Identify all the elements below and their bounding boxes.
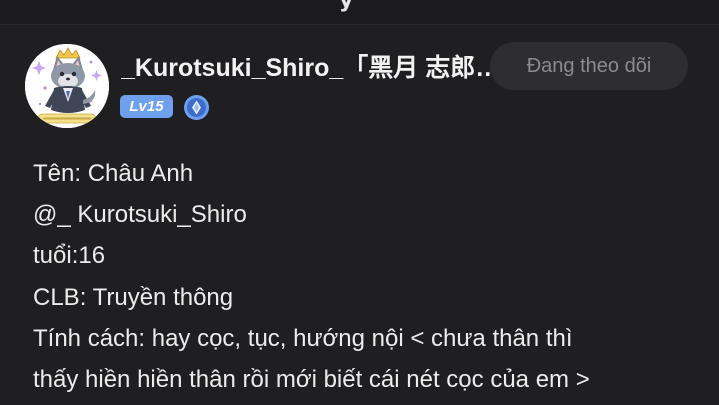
- header-title-partial: y: [339, 0, 354, 13]
- bio-line-name: Tên: Châu Anh: [33, 160, 194, 187]
- bio-line-age: tuổi:16: [33, 242, 106, 270]
- bio-line-club: CLB: Truyền thông: [33, 283, 234, 311]
- rank-badge-icon: [183, 94, 210, 121]
- avatar[interactable]: [25, 44, 109, 128]
- following-button[interactable]: Đang theo dõi: [490, 42, 688, 90]
- bio-line-personality-cont: thấy hiền hiền thân rồi mới biết cái nét…: [33, 365, 590, 393]
- bio-line-personality: Tính cách: hay cọc, tục, hướng nội < chư…: [33, 324, 573, 352]
- bio-line-handle: @_ Kurotsuki_Shiro: [33, 201, 247, 229]
- username[interactable]: _Kurotsuki_Shiro_「黑月 志郎…: [121, 52, 501, 84]
- bio-text: Tên: Châu Anh @_ Kurotsuki_Shiro tuổi:16…: [33, 153, 590, 400]
- top-header-strip: y: [0, 0, 719, 25]
- profile-post: _Kurotsuki_Shiro_「黑月 志郎… Đang theo dõi L…: [0, 25, 719, 405]
- level-badge: Lv15: [120, 95, 173, 118]
- wolf-avatar-icon: [25, 44, 109, 128]
